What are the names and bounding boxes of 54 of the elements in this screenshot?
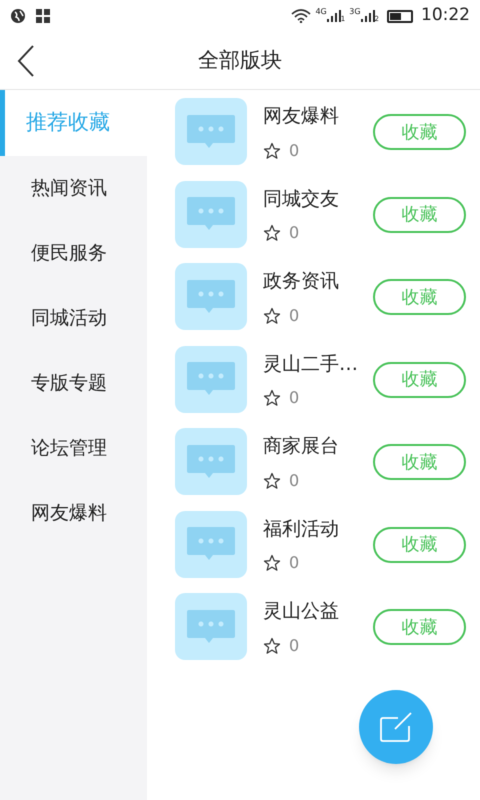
forum-icon [175,180,247,248]
forum-icon [175,98,247,165]
network-label: 4G [315,6,327,18]
forum-name: 网友爆料 [263,104,340,129]
forum-name: 商家展台 [263,434,340,459]
apps-icon [36,9,50,23]
star-icon [263,636,281,654]
back-icon [17,44,35,78]
star-icon [263,306,281,324]
forum-icon [175,510,247,578]
star-icon [263,389,281,407]
favorite-button[interactable]: 收藏 [373,114,466,150]
forum-name: 灵山公益 [263,599,340,624]
forum-name: 政务资讯 [263,269,340,294]
favorite-count: 0 [289,140,300,162]
sidebar-item[interactable]: 专版专题 [0,351,147,416]
forum-name: 同城交友 [263,186,340,212]
forum-icon [175,593,247,660]
sidebar-item[interactable]: 论坛管理 [0,416,147,481]
favorite-button[interactable]: 收藏 [373,362,466,398]
forum-icon [175,263,247,330]
globe-icon [10,8,26,24]
favorite-button[interactable]: 收藏 [373,279,466,315]
sidebar-item[interactable]: 同城活动 [0,286,147,351]
signal-icon [326,10,341,22]
sidebar-item[interactable]: 网友爆料 [0,481,147,546]
favorite-count: 0 [289,387,300,409]
favorite-button[interactable]: 收藏 [373,526,466,562]
forum-icon [175,428,247,495]
star-icon [263,224,281,242]
star-icon [263,472,281,490]
favorite-count: 0 [289,222,300,244]
network-label: 3G [349,6,361,18]
favorite-count: 0 [289,634,300,656]
forum-name: 福利活动 [263,516,340,542]
battery-icon [387,10,413,22]
page-title: 全部版块 [198,46,282,74]
clock-time: 10:22 [421,4,470,28]
favorite-button[interactable]: 收藏 [373,609,466,645]
compose-icon [380,712,412,742]
signal-icon [360,10,375,22]
favorite-count: 0 [289,304,300,326]
favorite-button[interactable]: 收藏 [373,444,466,480]
favorite-button[interactable]: 收藏 [373,196,466,232]
favorite-count: 0 [289,552,300,574]
forum-icon [175,346,247,412]
favorite-count: 0 [289,470,300,492]
wifi-icon [291,9,312,23]
forum-name: 灵山二手… [263,352,359,376]
sidebar-item[interactable]: 热闻资讯 [0,156,147,221]
star-icon [263,142,281,160]
sidebar-item[interactable]: 推荐收藏 [0,90,147,156]
sidebar-item[interactable]: 便民服务 [0,221,147,286]
star-icon [263,554,281,572]
